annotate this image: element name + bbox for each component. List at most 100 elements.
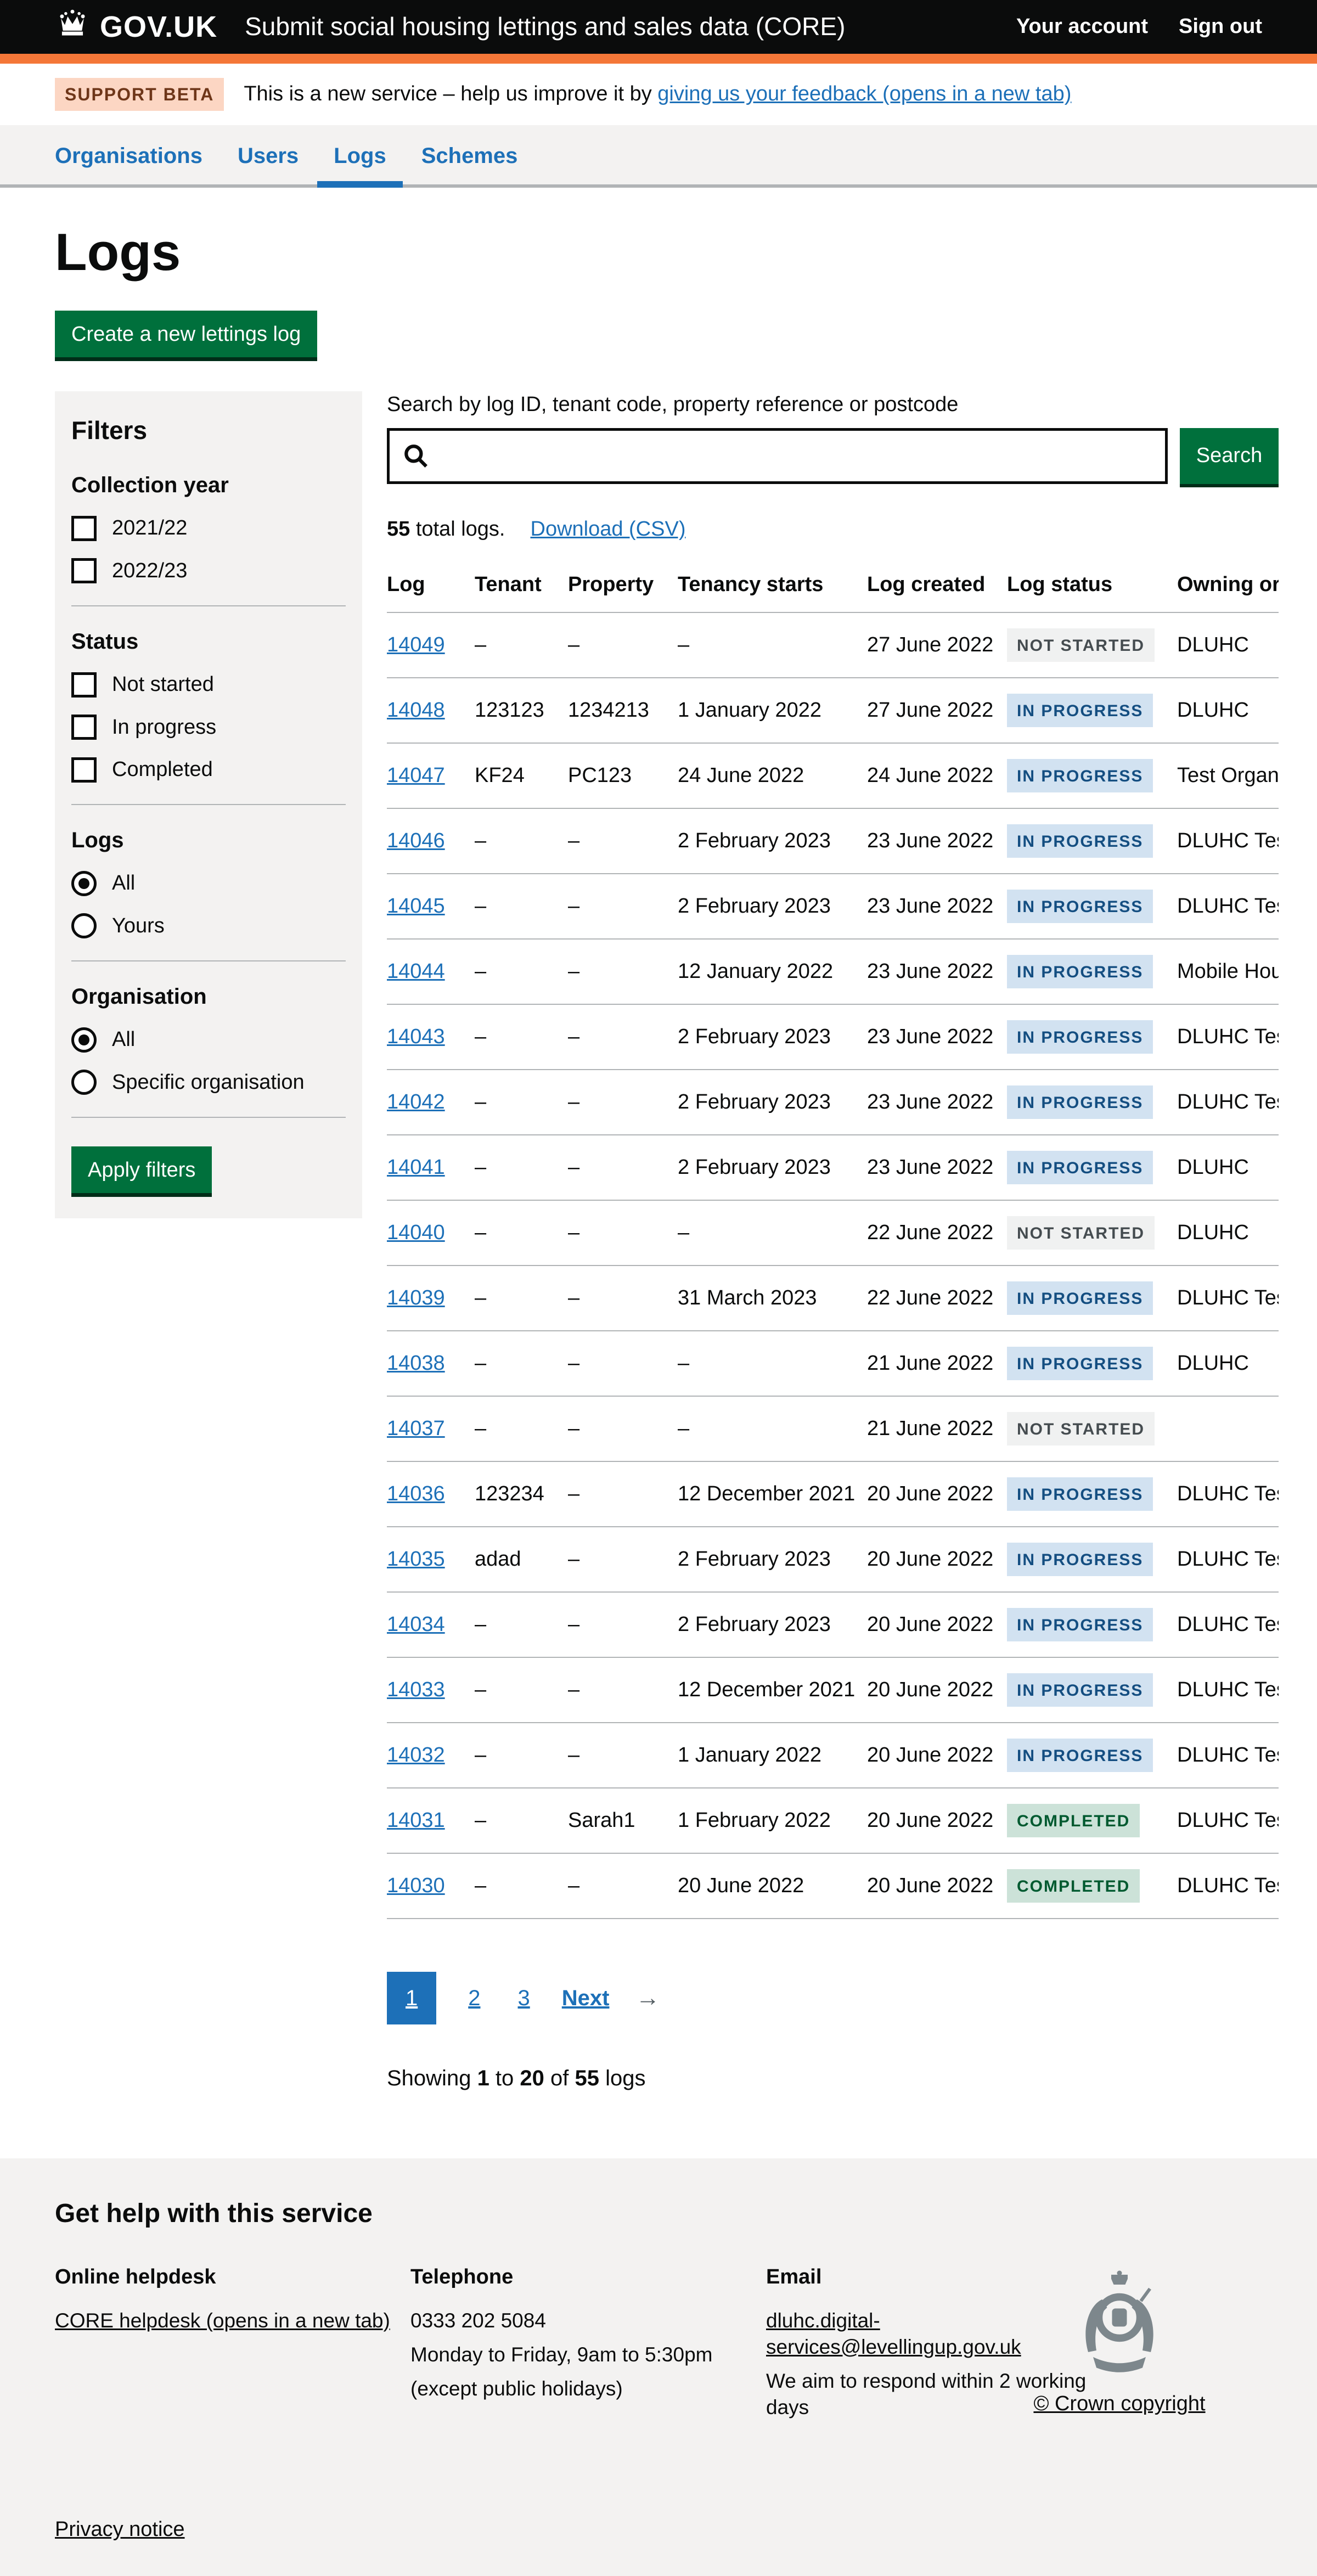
owning-organisation-cell: DLUHC Test	[1177, 1527, 1279, 1592]
log-link[interactable]: 14041	[387, 1156, 445, 1179]
property-cell: PC123	[568, 743, 678, 808]
log-status-cell: IN PROGRESS	[1007, 1265, 1177, 1331]
tenant-cell: –	[475, 1070, 568, 1135]
log-status-cell: IN PROGRESS	[1007, 743, 1177, 808]
tenancy-starts-cell: 12 December 2021	[678, 1461, 867, 1527]
log-created-cell: 20 June 2022	[867, 1657, 1007, 1723]
checkbox-completed[interactable]: Completed	[71, 756, 346, 783]
log-link[interactable]: 14032	[387, 1743, 445, 1767]
log-link[interactable]: 14042	[387, 1090, 445, 1113]
footer-link-dluhc-digital-services-levelli[interactable]: dluhc.digital-services@levellingup.gov.u…	[766, 2309, 1021, 2358]
log-link[interactable]: 14043	[387, 1025, 445, 1048]
create-lettings-log-button[interactable]: Create a new lettings log	[55, 311, 317, 357]
table-row: 14037–––21 June 2022NOT STARTED	[387, 1396, 1279, 1461]
showing-total: 55	[575, 2066, 600, 2090]
checkbox-not-started[interactable]: Not started	[71, 671, 346, 698]
property-cell: –	[568, 1331, 678, 1396]
sign-out-link[interactable]: Sign out	[1179, 13, 1262, 40]
footer: Get help with this service Online helpde…	[0, 2158, 1317, 2576]
log-link[interactable]: 14047	[387, 764, 445, 787]
log-link[interactable]: 14049	[387, 633, 445, 656]
your-account-link[interactable]: Your account	[1016, 13, 1148, 40]
log-status-badge: IN PROGRESS	[1007, 1085, 1153, 1119]
log-link[interactable]: 14045	[387, 895, 445, 918]
showing-to: 20	[520, 2066, 544, 2090]
owning-organisation-cell: DLUHC	[1177, 612, 1279, 678]
checkbox-2022-23[interactable]: 2022/23	[71, 558, 346, 584]
owning-organisation-cell	[1177, 1396, 1279, 1461]
search-input[interactable]	[387, 428, 1168, 484]
tenant-cell: 123234	[475, 1461, 568, 1527]
radio-specific-organisation[interactable]: Specific organisation	[71, 1069, 346, 1096]
pagination-page-3[interactable]: 3	[513, 1972, 536, 2024]
phase-banner-prefix: This is a new service – help us improve …	[244, 82, 657, 105]
privacy-notice-link[interactable]: Privacy notice	[55, 2518, 185, 2541]
log-status-badge: IN PROGRESS	[1007, 955, 1153, 988]
log-created-cell: 20 June 2022	[867, 1527, 1007, 1592]
owning-organisation-cell: DLUHC	[1177, 678, 1279, 743]
log-link[interactable]: 14048	[387, 699, 445, 722]
log-link[interactable]: 14030	[387, 1874, 445, 1897]
table-row: 14035adad–2 February 202320 June 2022IN …	[387, 1527, 1279, 1592]
tenant-cell: –	[475, 1592, 568, 1657]
owning-organisation-cell: Test Organisation	[1177, 743, 1279, 808]
feedback-link[interactable]: giving us your feedback (opens in a new …	[657, 82, 1071, 105]
log-link[interactable]: 14033	[387, 1678, 445, 1701]
owning-organisation-cell: DLUHC Test	[1177, 1592, 1279, 1657]
filter-group-status: Status Not started In progress Completed	[71, 627, 346, 783]
log-created-cell: 23 June 2022	[867, 939, 1007, 1004]
log-link[interactable]: 14044	[387, 960, 445, 983]
nav-tab-organisations[interactable]: Organisations	[55, 125, 202, 184]
checkbox-control	[71, 558, 97, 583]
apply-filters-button[interactable]: Apply filters	[71, 1146, 212, 1193]
log-created-cell: 20 June 2022	[867, 1853, 1007, 1919]
pagination-next-link[interactable]: Next	[562, 1984, 610, 2012]
log-link[interactable]: 14035	[387, 1548, 445, 1571]
log-status-cell: IN PROGRESS	[1007, 1070, 1177, 1135]
log-status-cell: NOT STARTED	[1007, 1396, 1177, 1461]
log-link[interactable]: 14034	[387, 1613, 445, 1636]
footer-link-core-helpdesk-opens-in-a-new-t[interactable]: CORE helpdesk (opens in a new tab)	[55, 2309, 390, 2332]
radio-all[interactable]: All	[71, 870, 346, 897]
log-link[interactable]: 14040	[387, 1221, 445, 1244]
nav-tab-logs[interactable]: Logs	[334, 125, 386, 184]
radio-all[interactable]: All	[71, 1026, 346, 1053]
nav-tab-schemes[interactable]: Schemes	[421, 125, 518, 184]
log-link[interactable]: 14036	[387, 1482, 445, 1505]
option-label: All	[112, 1026, 135, 1053]
radio-yours[interactable]: Yours	[71, 913, 346, 940]
filter-group-label: Status	[71, 627, 346, 656]
tenancy-starts-cell: –	[678, 1396, 867, 1461]
property-cell: –	[568, 612, 678, 678]
radio-control	[71, 1070, 97, 1095]
log-link[interactable]: 14039	[387, 1286, 445, 1309]
radio-control	[71, 1027, 97, 1053]
log-link[interactable]: 14038	[387, 1352, 445, 1375]
tenant-cell: –	[475, 874, 568, 939]
checkbox-in-progress[interactable]: In progress	[71, 714, 346, 741]
table-row: 14030––20 June 202220 June 2022COMPLETED…	[387, 1853, 1279, 1919]
owning-organisation-cell: DLUHC Test	[1177, 1004, 1279, 1070]
tenancy-starts-cell: 1 January 2022	[678, 1723, 867, 1788]
table-row: 14043––2 February 202323 June 2022IN PRO…	[387, 1004, 1279, 1070]
tenancy-starts-cell: 2 February 2023	[678, 1527, 867, 1592]
table-row: 14038–––21 June 2022IN PROGRESSDLUHC	[387, 1331, 1279, 1396]
nav-tab-users[interactable]: Users	[238, 125, 299, 184]
search-button[interactable]: Search	[1180, 428, 1279, 484]
page: GOV.UK Submit social housing lettings an…	[0, 0, 1317, 2576]
log-id-cell: 14034	[387, 1592, 475, 1657]
filter-group-label: Logs	[71, 826, 346, 854]
table-row: 14047KF24PC12324 June 202224 June 2022IN…	[387, 743, 1279, 808]
pagination-page-2[interactable]: 2	[463, 1972, 486, 2024]
footer-line: 0333 202 5084	[410, 2308, 766, 2334]
log-link[interactable]: 14046	[387, 829, 445, 852]
log-link[interactable]: 14037	[387, 1417, 445, 1440]
log-link[interactable]: 14031	[387, 1809, 445, 1832]
govuk-logo[interactable]: GOV.UK Submit social housing lettings an…	[55, 8, 845, 46]
checkbox-2021-22[interactable]: 2021/22	[71, 515, 346, 542]
download-csv-link[interactable]: Download (CSV)	[531, 518, 686, 541]
log-created-cell: 20 June 2022	[867, 1592, 1007, 1657]
log-id-cell: 14036	[387, 1461, 475, 1527]
search-icon	[402, 442, 430, 477]
crown-copyright-link[interactable]: © Crown copyright	[1033, 2392, 1205, 2415]
